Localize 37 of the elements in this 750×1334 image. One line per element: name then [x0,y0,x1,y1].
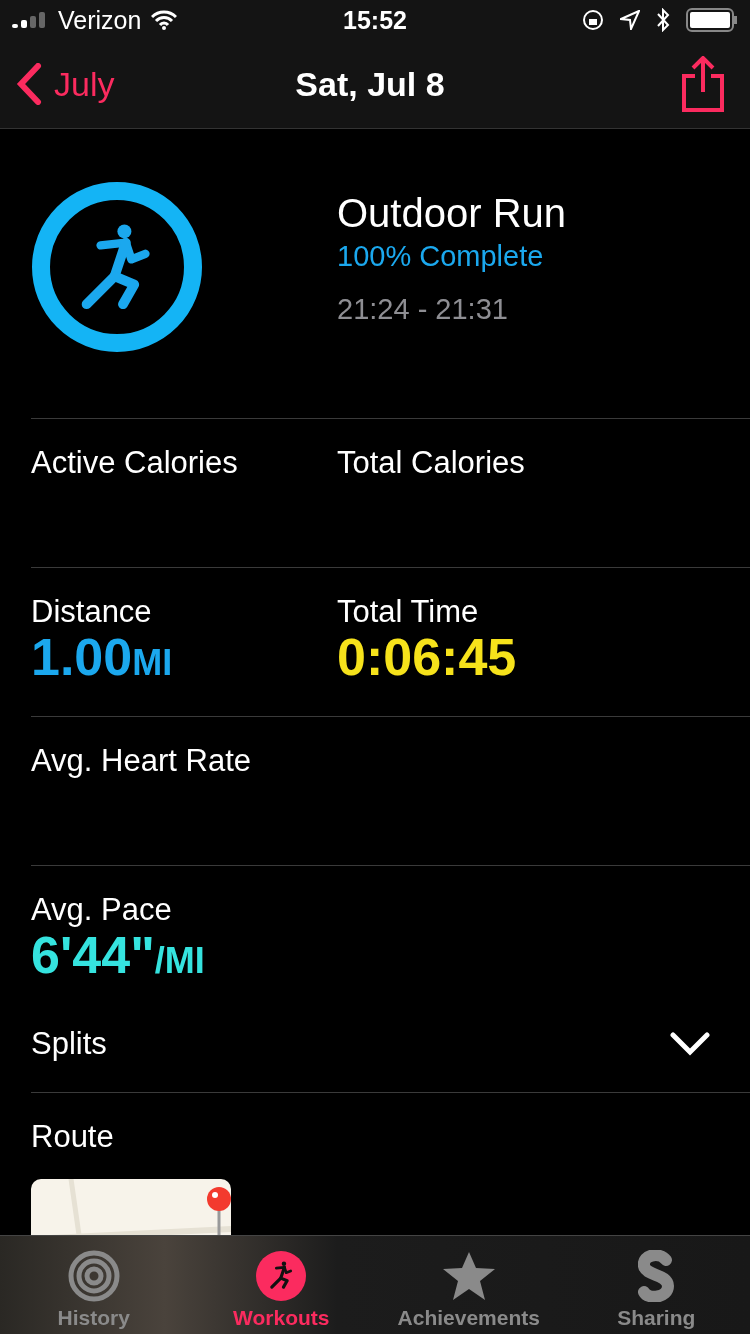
metric-value: 6'44" [31,928,155,983]
runner-icon [255,1250,308,1302]
route-label: Route [31,1119,115,1155]
metric-unit: MI [132,644,173,682]
share-icon[interactable] [682,56,724,112]
tab[interactable]: History [0,1236,188,1334]
tab[interactable]: Workouts [187,1236,375,1334]
metric-unit: /MI [154,942,205,980]
carrier-name: Verizon [58,5,142,35]
battery-icon [686,8,738,32]
signal-icon [12,12,48,28]
workout-ring-icon [31,181,203,353]
sharing-icon [638,1250,675,1302]
back-button[interactable]: July [16,63,216,105]
location-icon [620,10,640,30]
time-range: 21:24 - 21:31 [337,293,509,326]
chevron-icon[interactable] [670,1032,710,1056]
workout-title: Outdoor Run [337,191,567,236]
tab[interactable]: Sharing [562,1236,750,1334]
metric-label: Active Calories [31,445,239,481]
metric-value: 1.00 [31,630,133,685]
metric-label: Total Time [337,594,480,630]
splits-label: Splits [31,1026,107,1062]
metric-label: Distance [31,594,153,630]
metric-value: 0:06:45 [337,630,517,685]
completion-text: 100% Complete [337,240,545,273]
wifi-icon [151,10,178,30]
metric-label: Avg. Heart Rate [31,743,252,779]
clock: 15:52 [343,5,407,35]
nav-title: Sat, Jul 8 [295,64,445,104]
metric-label: Avg. Pace [31,892,173,928]
rotation-lock-icon [582,9,604,31]
rings-icon [67,1250,120,1302]
bluetooth-icon [656,8,670,32]
metric-label: Total Calories [337,445,526,481]
tab[interactable]: Achievements [375,1236,563,1334]
back-chevron-icon [16,63,42,105]
